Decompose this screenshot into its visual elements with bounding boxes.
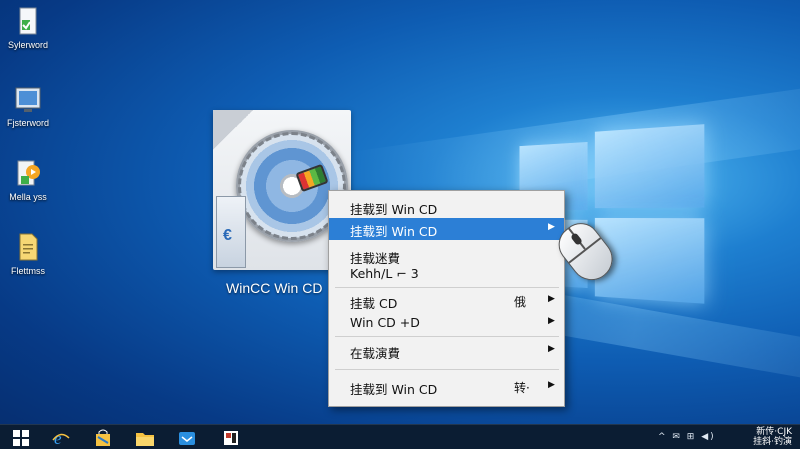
desktop-icon-label: Flettmss bbox=[10, 266, 45, 276]
desktop-icon-mella-yss[interactable]: Mella yss bbox=[2, 158, 54, 202]
submenu-arrow-icon: ▶ bbox=[548, 344, 555, 354]
document-small-icon: € bbox=[216, 196, 246, 268]
clock-line-1: 新传·CJK bbox=[756, 427, 792, 437]
submenu-arrow-icon: ▶ bbox=[548, 380, 555, 390]
menu-item-label: 挂载 CD bbox=[350, 296, 398, 311]
desktop-icon-fjsterword[interactable]: Fjsterword bbox=[2, 84, 54, 128]
submenu-arrow-icon: ▶ bbox=[548, 316, 555, 326]
monitor-icon bbox=[13, 84, 43, 116]
menu-item-label: Kehh/L ⌐ 3 bbox=[350, 266, 419, 281]
menu-separator bbox=[335, 336, 559, 337]
context-menu: 挂载到 Win CD 挂载到 Win CD ▶ 挂载迷費 Kehh/L ⌐ 3 … bbox=[328, 190, 565, 407]
taskbar-explorer-button[interactable] bbox=[132, 428, 158, 448]
taskbar: e ^ ✉ ⊞ ◀) 新传·CJK 挂斜·钓演 bbox=[0, 424, 800, 449]
mail-icon bbox=[179, 432, 195, 445]
submenu-arrow-icon: ▶ bbox=[548, 294, 555, 304]
menu-item-shortcut: 转· bbox=[514, 381, 530, 395]
menu-item-label: 挂载到 Win CD bbox=[350, 224, 438, 239]
taskbar-mail-button[interactable] bbox=[174, 428, 200, 448]
document-icon bbox=[13, 232, 43, 264]
desktop-icon-label: Fjsterword bbox=[6, 118, 49, 128]
document-check-icon bbox=[13, 6, 43, 38]
menu-item-label: 挂载到 Win CD bbox=[350, 202, 438, 217]
folder-icon bbox=[136, 433, 154, 446]
menu-item-mount-cd[interactable]: 挂载 CD 俄 ▶ bbox=[329, 290, 564, 312]
taskbar-clock[interactable]: 新传·CJK 挂斜·钓演 bbox=[753, 427, 792, 447]
menu-item-shortcut: 俄 bbox=[514, 295, 527, 309]
desktop-icon-sylerword[interactable]: Sylerword bbox=[2, 6, 54, 50]
menu-separator bbox=[335, 287, 559, 288]
media-player-icon bbox=[13, 158, 43, 190]
menu-item-mount-win-cd-2[interactable]: 挂载到 Win CD 转· ▶ bbox=[329, 376, 564, 398]
browser-e-icon: e bbox=[52, 429, 70, 448]
system-tray-icons[interactable]: ^ ✉ ⊞ ◀) bbox=[658, 432, 716, 442]
taskbar-media-button[interactable] bbox=[218, 428, 244, 448]
windows-icon bbox=[13, 430, 29, 446]
menu-separator bbox=[335, 369, 559, 370]
store-bag-icon bbox=[96, 429, 110, 446]
submenu-arrow-icon: ▶ bbox=[548, 222, 555, 232]
menu-item-mount-win-cd[interactable]: 挂载到 Win CD bbox=[329, 196, 564, 218]
menu-item-mount-win-cd-highlighted[interactable]: 挂载到 Win CD ▶ bbox=[329, 218, 564, 240]
desktop-icon-label: Mella yss bbox=[9, 192, 47, 202]
menu-item-label: 挂载到 Win CD bbox=[350, 382, 438, 397]
menu-item-label: 在载演費 bbox=[350, 346, 401, 361]
desktop-icon-label: Sylerword bbox=[7, 40, 48, 50]
taskbar-edge-button[interactable]: e bbox=[48, 428, 74, 448]
clock-line-2: 挂斜·钓演 bbox=[753, 437, 792, 447]
media-icon bbox=[224, 431, 238, 445]
menu-item-load-fee[interactable]: 在载演費 ▶ bbox=[329, 340, 564, 362]
cd-icon-label: WinCC Win CD bbox=[226, 280, 323, 296]
taskbar-store-button[interactable] bbox=[90, 428, 116, 448]
menu-item-label: Win CD +D bbox=[350, 315, 420, 330]
menu-item-kehh[interactable]: Kehh/L ⌐ 3 bbox=[329, 263, 564, 285]
desktop-icon-flettmss[interactable]: Flettmss bbox=[2, 232, 54, 276]
start-button[interactable] bbox=[8, 428, 34, 448]
menu-item-win-cd-d[interactable]: Win CD +D ▶ bbox=[329, 312, 564, 334]
